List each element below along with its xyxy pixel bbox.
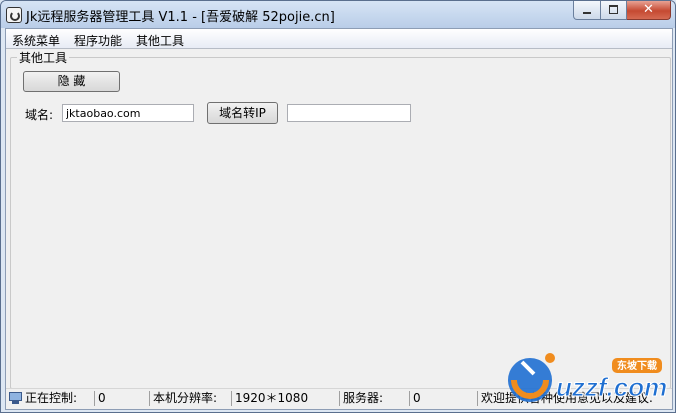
status-controlling-label: 正在控制: [25,391,78,405]
menu-program-functions[interactable]: 程序功能 [74,32,122,49]
menu-other-tools[interactable]: 其他工具 [136,32,184,49]
watermark-brand-text: uzzf.com [556,372,667,402]
status-resolution-value: 1920＊1080 [231,391,340,406]
hide-button[interactable]: 隐 藏 [23,71,120,92]
group-title: 其他工具 [17,49,70,66]
close-icon: ✕ [643,2,654,17]
status-controlling-value: 0 [94,391,150,406]
status-resolution-label: 本机分辨率: [149,391,232,406]
title-bar[interactable]: Jk远程服务器管理工具 V1.1 - [吾爱破解 52pojie.cn] ✕ [1,1,675,28]
uzzf-watermark-logo: uzzf.com 东坡下载 [508,353,668,403]
domain-input[interactable] [62,104,194,122]
uzzf-logo-icon [508,353,555,402]
status-server-label: 服务器: [339,391,410,406]
watermark-tag-text: 东坡下载 [617,359,657,372]
minimize-button[interactable] [573,1,601,20]
maximize-button[interactable] [601,1,627,20]
domain-label: 域名: [25,108,54,122]
menu-bar: 系统菜单 程序功能 其他工具 [6,29,672,49]
domain-to-ip-button[interactable]: 域名转IP [207,102,278,124]
computer-icon [8,391,22,405]
app-icon[interactable] [6,7,22,23]
close-button[interactable]: ✕ [627,1,671,20]
window-title: Jk远程服务器管理工具 V1.1 - [吾爱破解 52pojie.cn] [26,10,335,25]
caption-buttons: ✕ [573,1,671,21]
ip-output-field[interactable] [287,104,411,122]
status-server-value: 0 [409,391,478,406]
menu-system[interactable]: 系统菜单 [12,32,60,49]
